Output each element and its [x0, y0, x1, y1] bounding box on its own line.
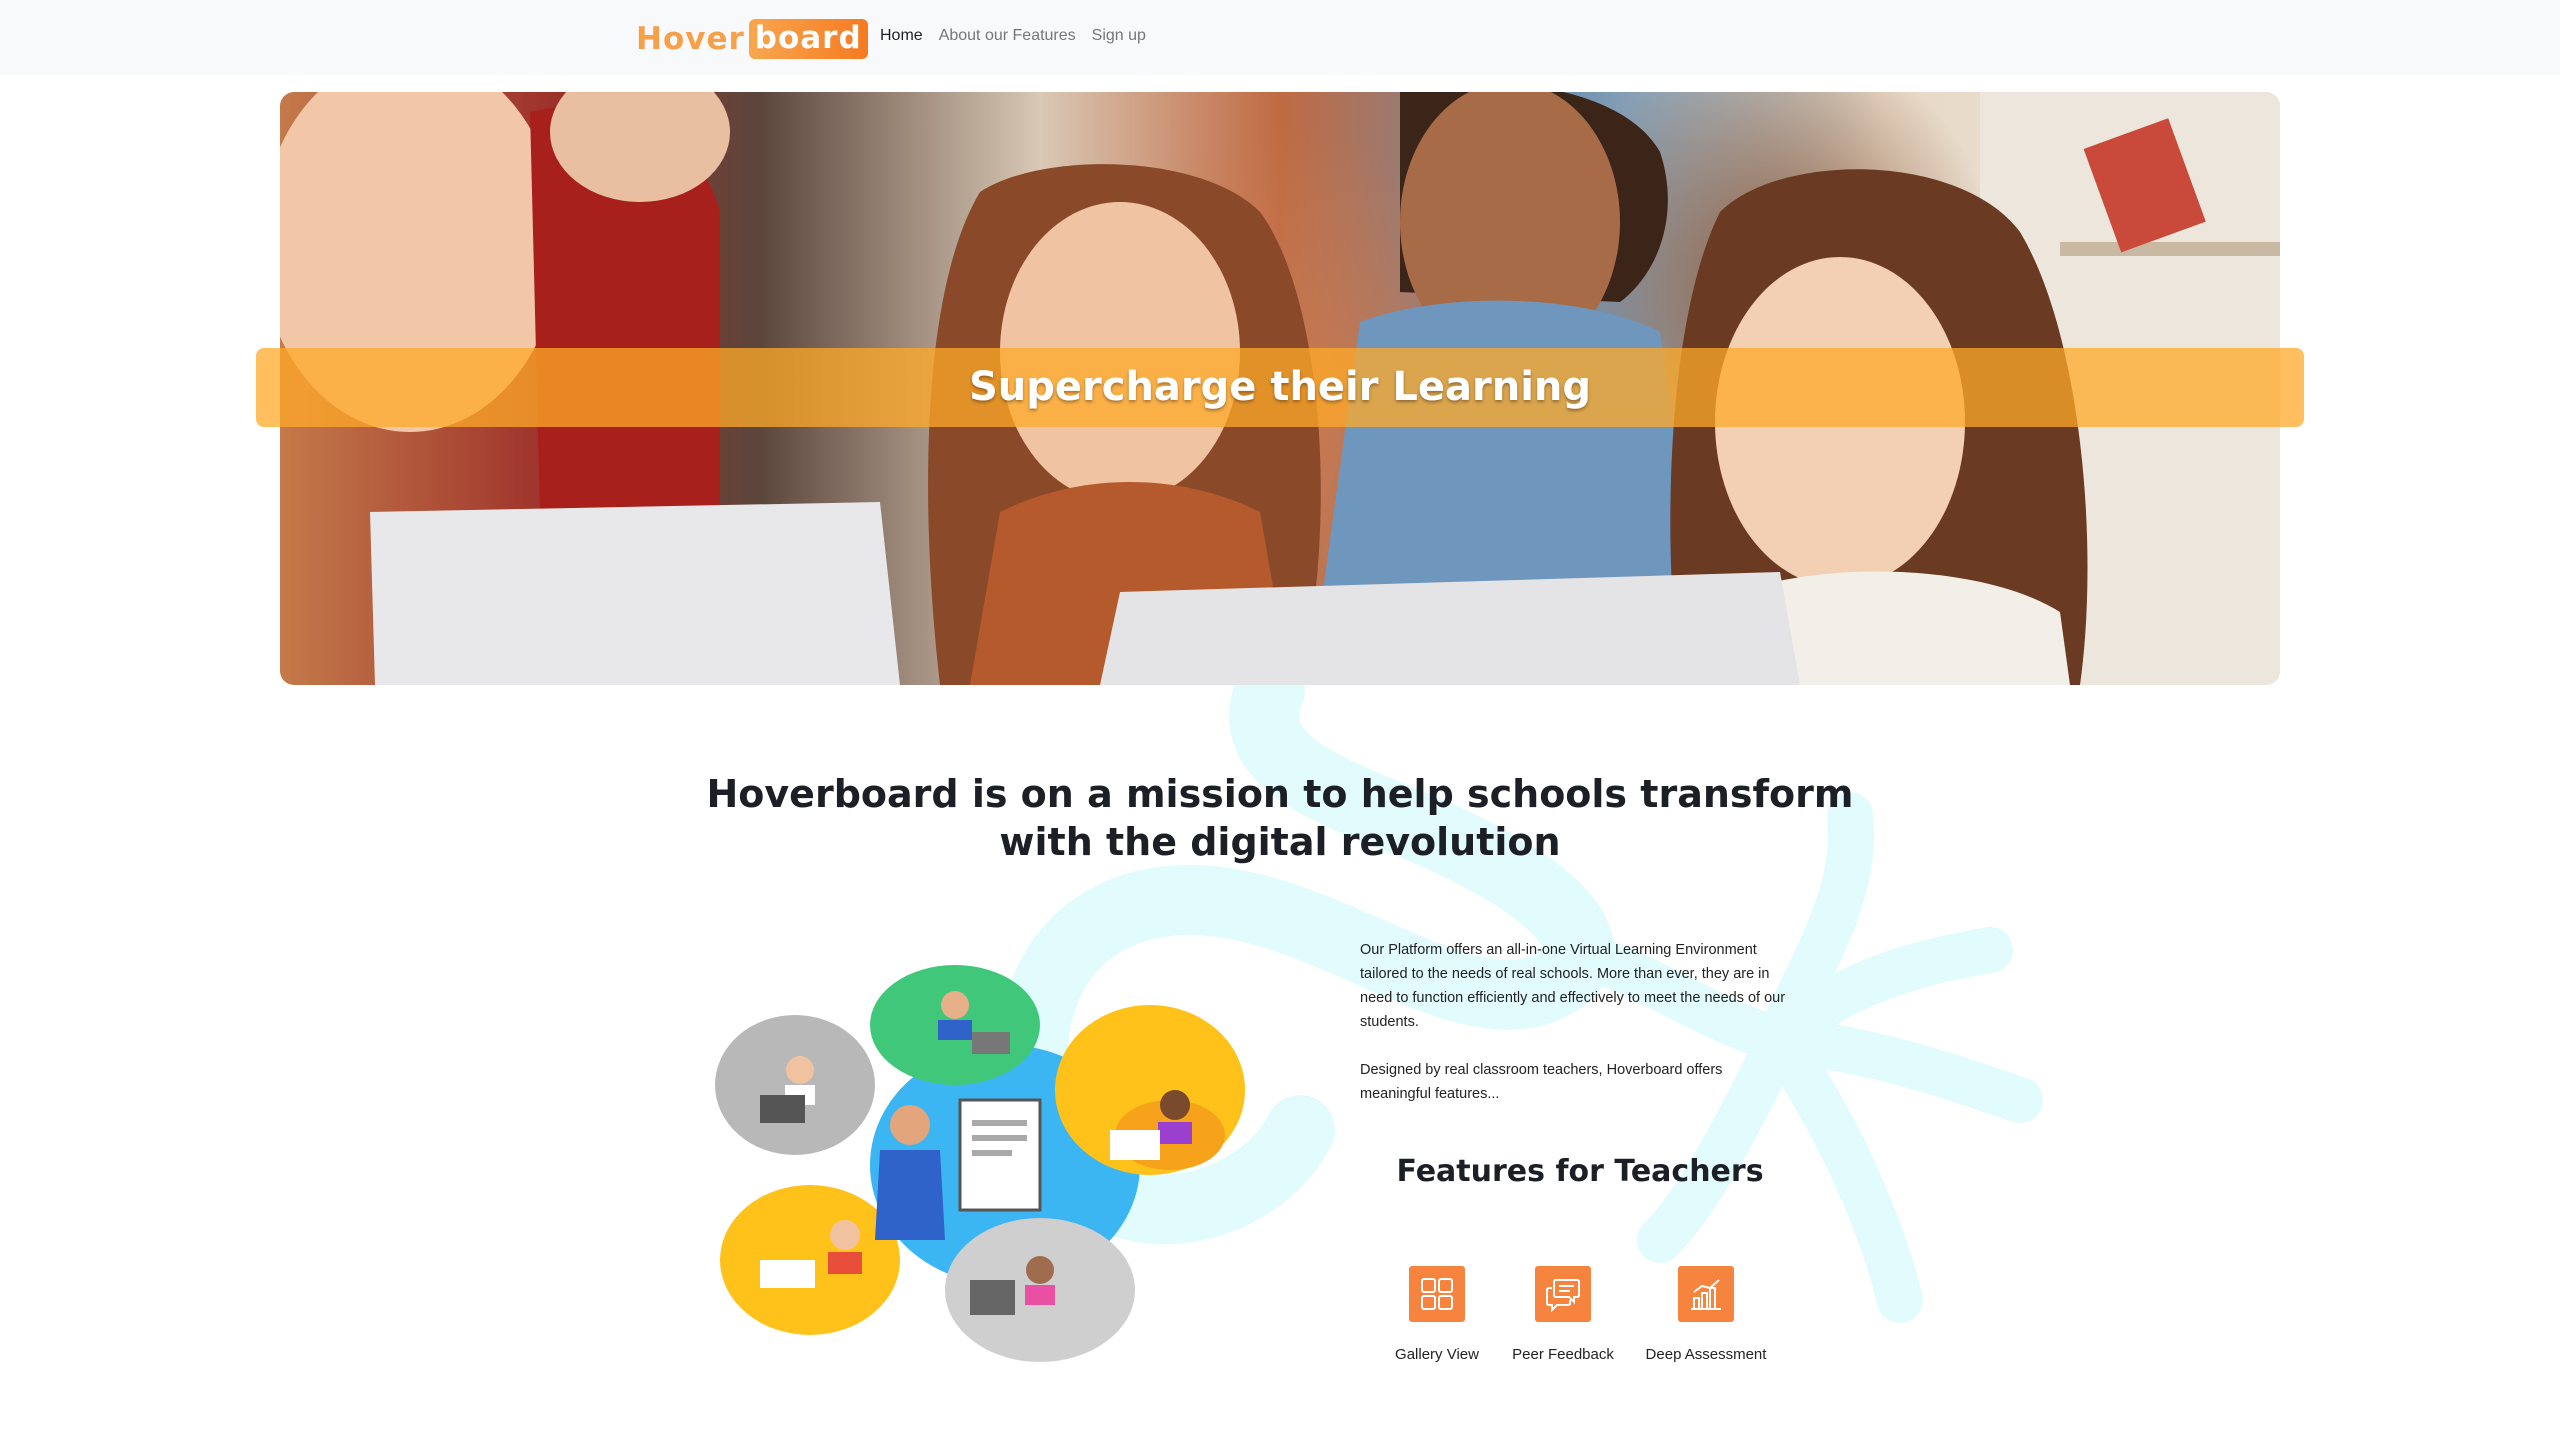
nav-links: Home About our Features Sign up — [880, 27, 1146, 45]
feature-gallery-view[interactable]: Gallery View — [1394, 1266, 1480, 1363]
nav-home-link[interactable]: Home — [880, 27, 923, 45]
feature-label: Peer Feedback — [1512, 1346, 1614, 1363]
brand-logo[interactable]: Hover board — [636, 18, 868, 60]
brand-logo-part1: Hover — [636, 21, 745, 57]
feature-deep-assessment[interactable]: Deep Assessment — [1644, 1266, 1768, 1363]
online-classroom-illustration — [715, 965, 1245, 1362]
feature-label: Gallery View — [1395, 1346, 1479, 1363]
navbar: Hover board Home About our Features Sign… — [0, 0, 2560, 75]
nav-features-link[interactable]: About our Features — [939, 27, 1076, 45]
description-paragraph-2: Designed by real classroom teachers, Hov… — [1360, 1062, 1723, 1102]
description-paragraph-1: Our Platform offers an all-in-one Virtua… — [1360, 942, 1786, 1030]
mission-heading: Hoverboard is on a mission to help schoo… — [706, 772, 1854, 864]
description: Our Platform offers an all-in-one Virtua… — [1360, 938, 1790, 1130]
brand-logo-part2: board — [748, 19, 868, 59]
nav-signup-link[interactable]: Sign up — [1092, 27, 1146, 45]
chat-bubbles-icon — [1535, 1266, 1591, 1322]
feature-label: Deep Assessment — [1645, 1346, 1767, 1363]
feature-peer-feedback[interactable]: Peer Feedback — [1508, 1266, 1618, 1363]
grid-icon — [1409, 1266, 1465, 1322]
hero-title: Supercharge their Learning — [968, 364, 1592, 410]
features-title: Features for Teachers — [1396, 1154, 1764, 1189]
bar-chart-icon — [1678, 1266, 1734, 1322]
